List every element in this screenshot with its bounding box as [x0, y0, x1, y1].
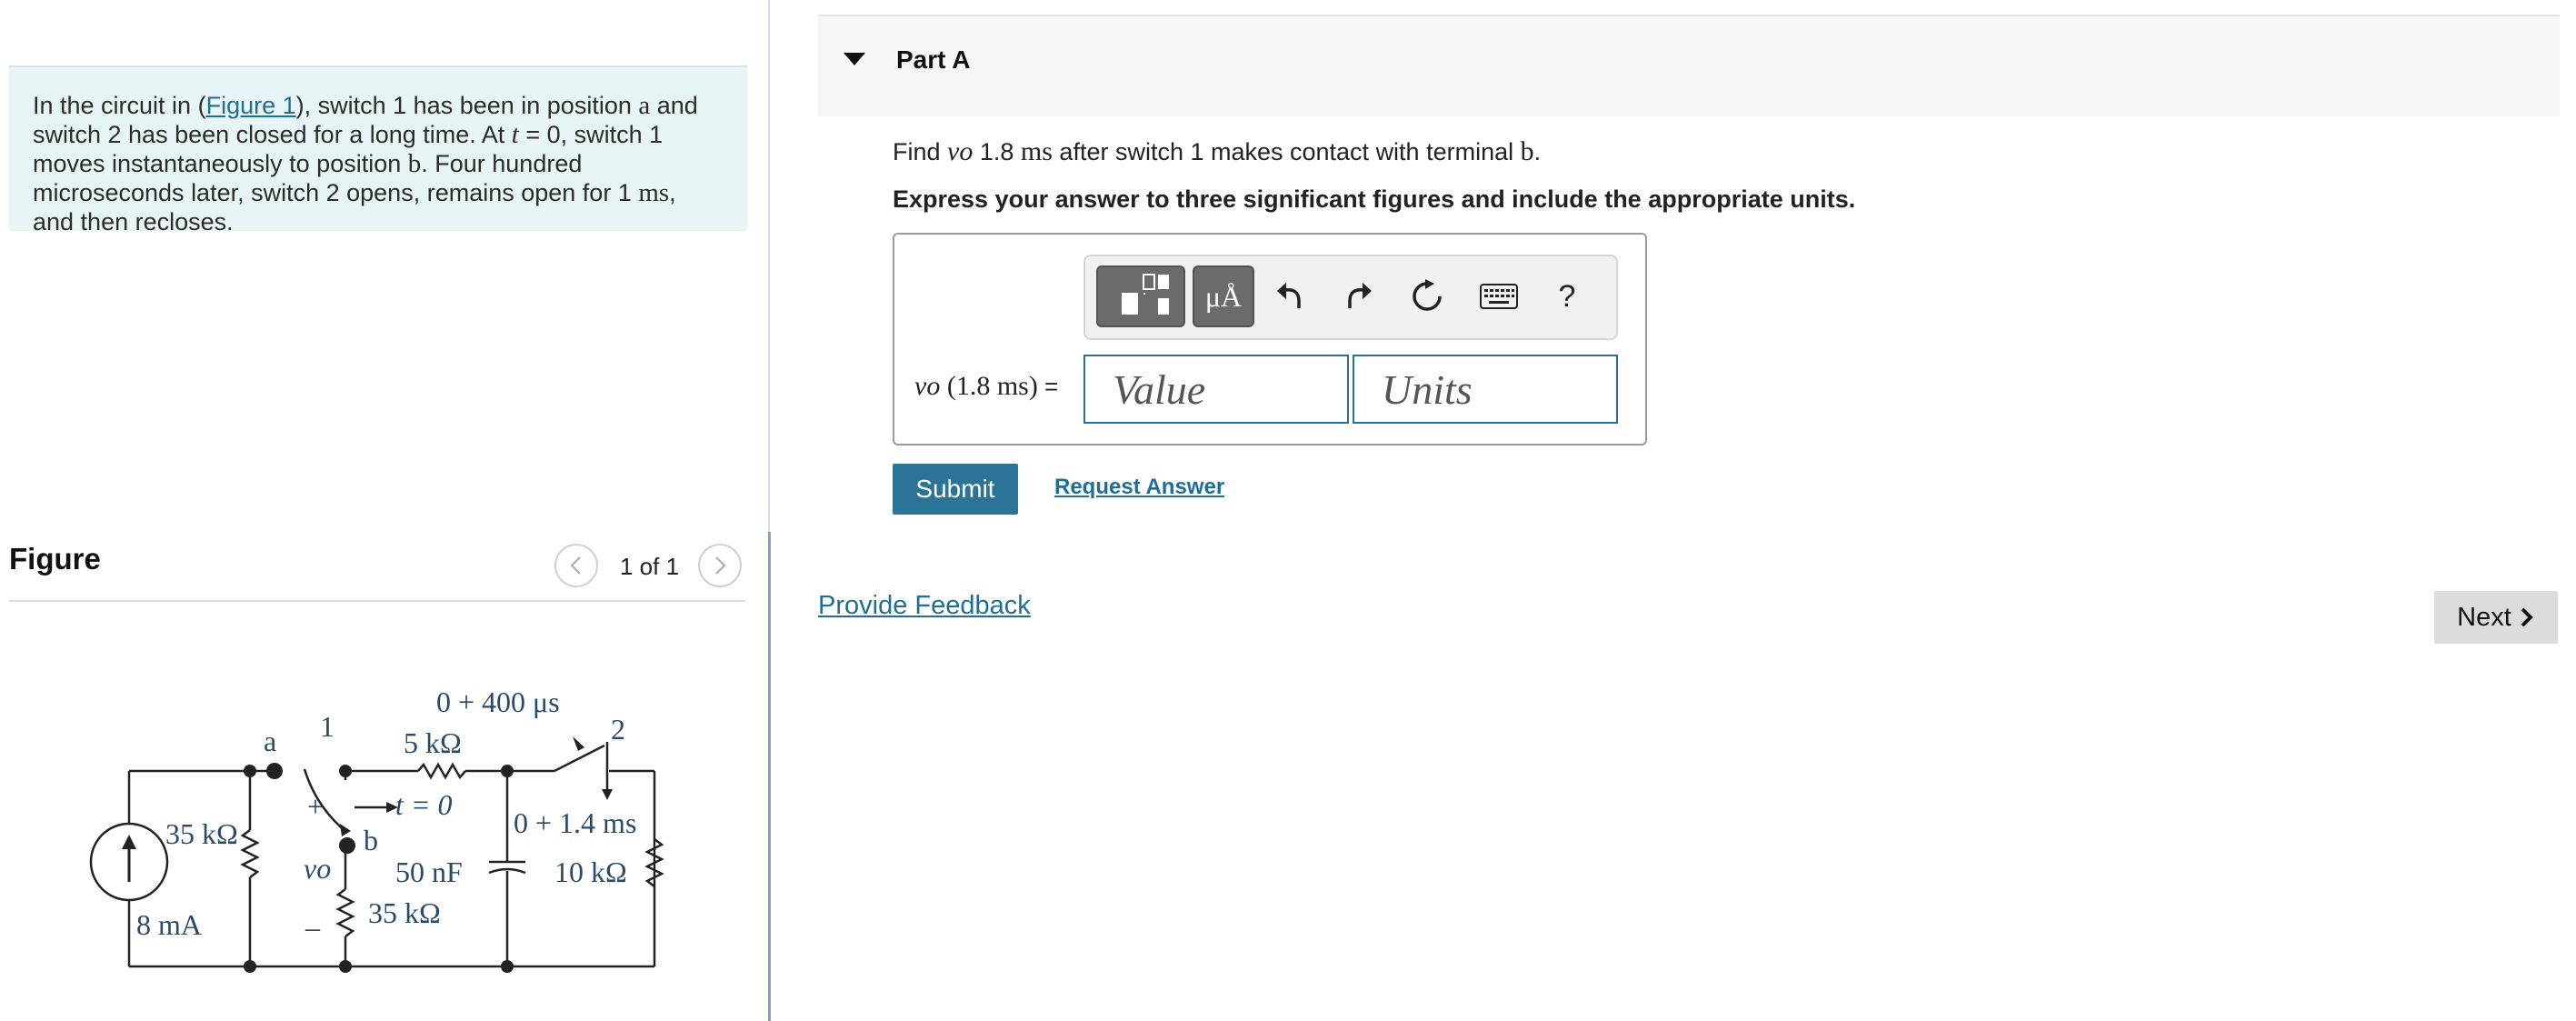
circuit-label-t0: t = 0 [395, 788, 452, 821]
circuit-label-minus: _ [305, 901, 321, 934]
circuit-label-a: a [264, 725, 276, 757]
figure-header: Figure 1 of 1 [9, 536, 745, 602]
chevron-right-icon [715, 556, 726, 575]
keyboard-button[interactable] [1469, 265, 1529, 327]
part-header[interactable]: Part A [818, 15, 2560, 116]
submit-button[interactable]: Submit [893, 464, 1018, 515]
reset-icon [1413, 279, 1442, 311]
figure-next-button[interactable] [698, 544, 742, 587]
next-button[interactable]: Next [2434, 591, 2558, 644]
circuit-label-plus: + [307, 790, 324, 823]
figure-title: Figure [9, 542, 101, 576]
circuit-diagram: a 1 0 + 400 μs 2 5 kΩ t = 0 b 0 + 1.4 ms… [89, 686, 664, 973]
request-answer-link[interactable]: Request Answer [1054, 475, 1224, 500]
templates-icon [1122, 274, 1169, 315]
circuit-label-switch1: 1 [320, 710, 334, 743]
answer-box: μÅ ? vo (1.8 ms) = [893, 233, 1647, 445]
circuit-label-b: b [364, 824, 378, 856]
templates-button[interactable] [1096, 265, 1185, 327]
undo-icon [1277, 283, 1301, 308]
circuit-label-switch2-open: 0 + 1.4 ms [514, 806, 636, 839]
chevron-right-icon [2521, 607, 2533, 627]
circuit-label-r-mid: 35 kΩ [368, 896, 441, 929]
circuit-label-source: 8 mA [136, 908, 202, 941]
column-divider-accent [768, 532, 771, 1021]
circuit-label-r-right: 10 kΩ [554, 856, 627, 888]
undo-button[interactable] [1263, 265, 1318, 327]
provide-feedback-link[interactable]: Provide Feedback [818, 591, 1031, 621]
keyboard-icon [1480, 284, 1518, 309]
redo-icon [1348, 283, 1372, 308]
reset-button[interactable] [1400, 265, 1454, 327]
redo-button[interactable] [1331, 265, 1385, 327]
problem-text: In the circuit in ( [33, 92, 206, 119]
figure-pager-count: 1 of 1 [620, 553, 680, 580]
answer-label: vo (1.8 ms) = [914, 371, 1059, 401]
circuit-label-vo: vo [304, 852, 331, 885]
units-button[interactable]: μÅ [1193, 265, 1254, 327]
next-button-label: Next [2457, 602, 2511, 632]
chevron-left-icon [570, 556, 581, 575]
circuit-label-switch2: 2 [611, 713, 625, 746]
question-text: Find vo 1.8 ms after switch 1 makes cont… [893, 136, 1542, 166]
problem-statement: In the circuit in (Figure 1), switch 1 h… [9, 65, 747, 235]
value-input[interactable] [1083, 355, 1349, 424]
help-button[interactable]: ? [1540, 265, 1594, 327]
figure-link[interactable]: Figure 1 [206, 92, 296, 119]
caret-down-icon[interactable] [844, 53, 865, 65]
circuit-label-r-left: 35 kΩ [165, 817, 238, 850]
figure-prev-button[interactable] [554, 544, 598, 587]
circuit-label-cap: 50 nF [395, 856, 463, 888]
circuit-label-switch2-timing: 0 + 400 μs [436, 686, 560, 718]
units-input[interactable] [1353, 355, 1618, 424]
instruction-text: Express your answer to three significant… [893, 185, 1856, 213]
circuit-label-r-series: 5 kΩ [404, 726, 462, 759]
part-title: Part A [896, 45, 971, 74]
math-toolbar: μÅ ? [1083, 255, 1618, 340]
